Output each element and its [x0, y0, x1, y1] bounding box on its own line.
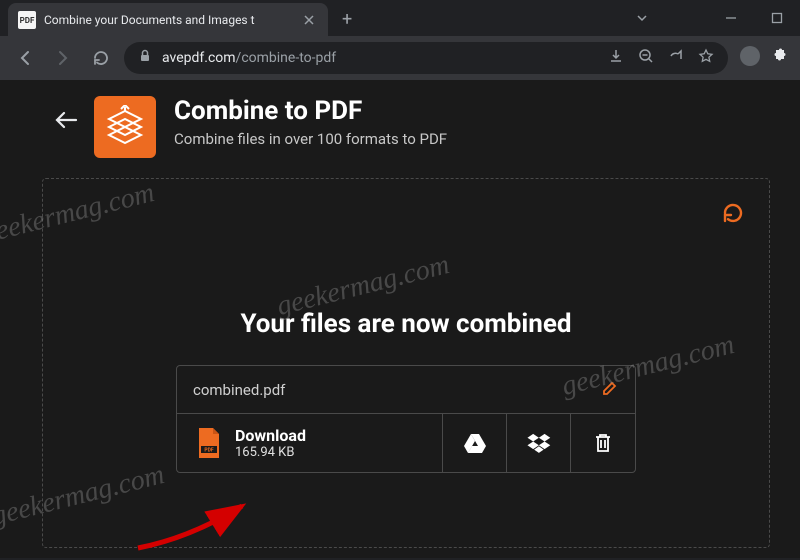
dropbox-icon: [527, 432, 551, 454]
page-back-arrow[interactable]: [54, 110, 78, 134]
output-filename: combined.pdf: [193, 381, 601, 399]
tab-favicon: PDF: [18, 11, 36, 29]
url-path: /combine-to-pdf: [236, 50, 337, 66]
google-drive-button[interactable]: [443, 414, 507, 472]
tab-dropdown-icon[interactable]: [634, 10, 650, 30]
download-text: Download 165.94 KB: [235, 426, 306, 460]
share-icon[interactable]: [668, 48, 684, 68]
extension-icons: [740, 46, 790, 70]
file-size: 165.94 KB: [235, 445, 306, 460]
forward-button[interactable]: [48, 43, 78, 73]
browser-titlebar: PDF Combine your Documents and Images t …: [0, 0, 800, 36]
browser-toolbar: avepdf.com/combine-to-pdf: [0, 36, 800, 80]
edit-filename-icon[interactable]: [601, 379, 619, 401]
puzzle-icon[interactable]: [770, 46, 790, 70]
page-title: Combine to PDF: [174, 96, 447, 126]
maximize-button[interactable]: [754, 0, 800, 36]
download-label: Download: [235, 426, 306, 445]
google-drive-icon: [463, 432, 487, 454]
new-tab-button[interactable]: +: [342, 9, 352, 30]
url-host: avepdf.com: [162, 50, 236, 66]
title-block: Combine to PDF Combine files in over 100…: [174, 96, 447, 148]
delete-button[interactable]: [571, 414, 635, 472]
result-heading: Your files are now combined: [240, 309, 571, 339]
extension-icon-1[interactable]: [740, 46, 760, 66]
lock-icon: [138, 49, 152, 67]
install-icon[interactable]: [608, 48, 624, 68]
star-icon[interactable]: [698, 48, 714, 68]
combine-tool-icon: [94, 96, 156, 158]
filename-row: combined.pdf: [177, 366, 635, 414]
pdf-file-icon: PDF: [195, 426, 223, 460]
back-button[interactable]: [10, 43, 40, 73]
tab-title: Combine your Documents and Images t: [44, 13, 292, 27]
restart-icon[interactable]: [719, 199, 747, 231]
reload-button[interactable]: [86, 43, 116, 73]
address-bar[interactable]: avepdf.com/combine-to-pdf: [124, 42, 728, 74]
page-content: Combine to PDF Combine files in over 100…: [0, 80, 800, 558]
window-controls: [708, 0, 800, 36]
close-tab-icon[interactable]: [300, 11, 318, 29]
result-area: Your files are now combined combined.pdf…: [42, 178, 770, 548]
zoom-out-icon[interactable]: [638, 48, 654, 68]
result-card: combined.pdf PDF Download 165.94 KB: [176, 365, 636, 473]
trash-icon: [593, 432, 613, 454]
actions-row: PDF Download 165.94 KB: [177, 414, 635, 472]
page-header: Combine to PDF Combine files in over 100…: [0, 96, 800, 158]
download-button[interactable]: PDF Download 165.94 KB: [177, 414, 443, 472]
page-subtitle: Combine files in over 100 formats to PDF: [174, 130, 447, 148]
dropbox-button[interactable]: [507, 414, 571, 472]
url-text: avepdf.com/combine-to-pdf: [162, 50, 336, 66]
browser-tab[interactable]: PDF Combine your Documents and Images t: [8, 3, 328, 37]
minimize-button[interactable]: [708, 0, 754, 36]
svg-text:PDF: PDF: [204, 448, 213, 454]
